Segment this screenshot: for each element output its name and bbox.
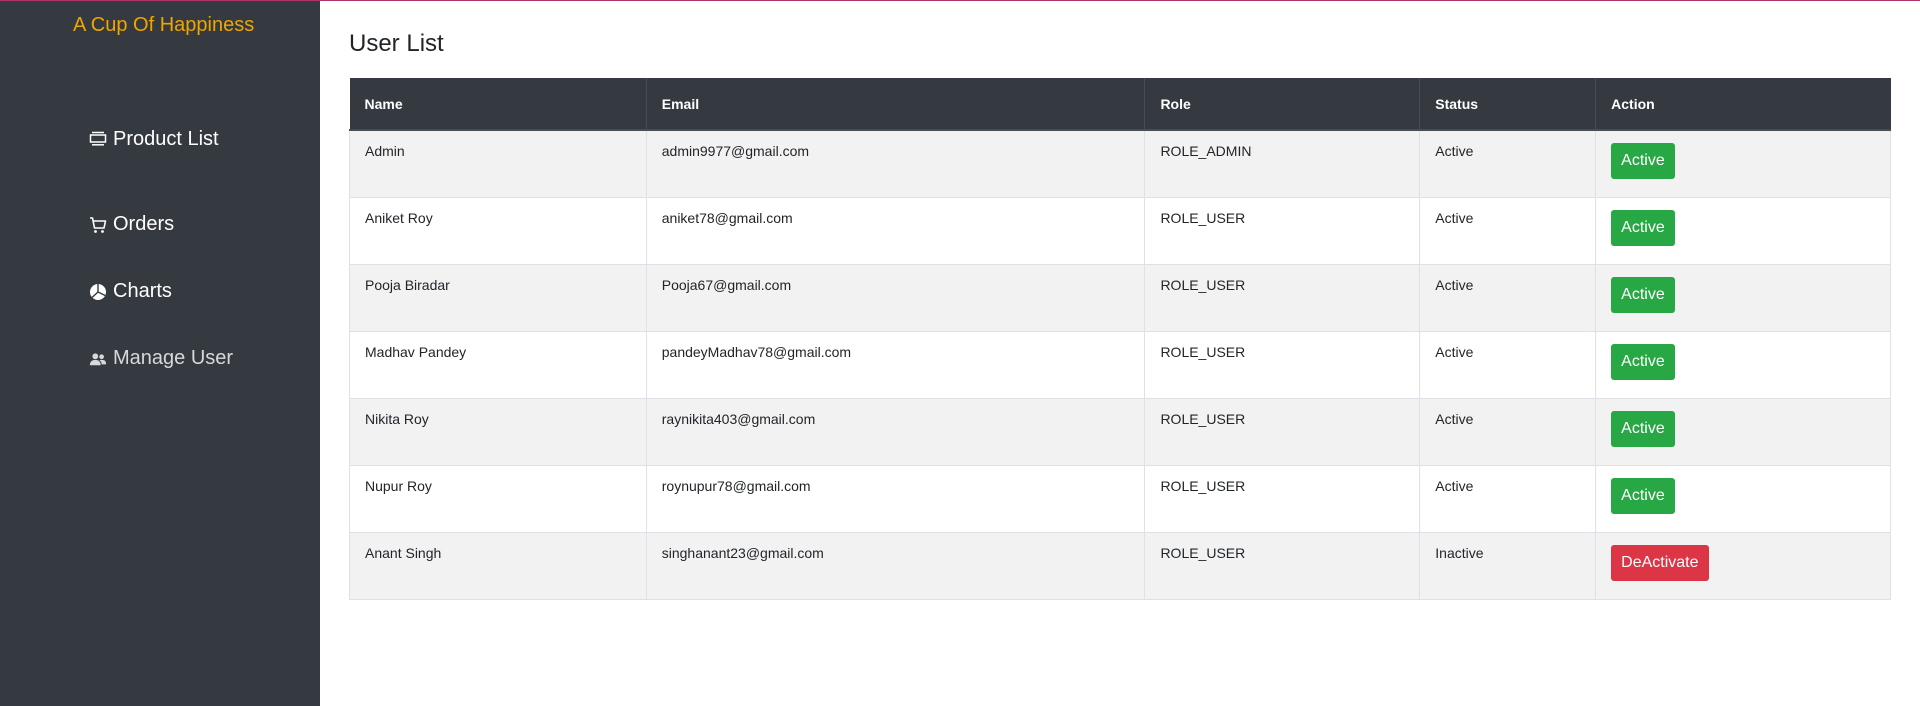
cell-role: ROLE_USER xyxy=(1144,196,1421,265)
sidebar: A Cup Of Happiness Product List Orders C… xyxy=(0,0,320,706)
cell-action: Active xyxy=(1595,464,1891,533)
sidebar-item-label: Charts xyxy=(113,280,172,302)
sidebar-item-label: Manage User xyxy=(113,347,234,369)
user-table: Name Email Role Status Action Admin admi… xyxy=(349,78,1891,600)
cell-name: Madhav Pandey xyxy=(349,330,647,399)
cell-email: raynikita403@gmail.com xyxy=(645,397,1146,466)
activate-button[interactable]: Active xyxy=(1611,143,1675,179)
sidebar-item-label: Orders xyxy=(113,213,175,235)
column-header-status: Status xyxy=(1419,78,1597,131)
pie-chart-icon xyxy=(89,283,107,301)
list-icon xyxy=(89,130,107,148)
sidebar-item-orders[interactable]: Orders xyxy=(89,191,233,258)
cell-status: Active xyxy=(1419,196,1597,265)
table-row: Nikita Roy raynikita403@gmail.com ROLE_U… xyxy=(349,397,1891,466)
cell-status: Active xyxy=(1419,129,1597,198)
activate-button[interactable]: Active xyxy=(1611,477,1675,514)
table-row: Nupur Roy roynupur78@gmail.com ROLE_USER… xyxy=(349,464,1891,533)
sidebar-item-manage-user[interactable]: Manage User xyxy=(89,325,233,392)
table-row: Admin admin9977@gmail.com ROLE_ADMIN Act… xyxy=(349,129,1891,198)
cell-status: Active xyxy=(1419,397,1597,466)
main-content: User List Name Email Role Status Action … xyxy=(320,0,1920,706)
page-title: User List xyxy=(349,30,444,57)
cell-email: aniket78@gmail.com xyxy=(645,196,1146,265)
cell-action: Active xyxy=(1595,397,1891,466)
cell-status: Active xyxy=(1419,464,1597,533)
cell-role: ROLE_USER xyxy=(1144,397,1421,466)
table-row: Pooja Biradar Pooja67@gmail.com ROLE_USE… xyxy=(349,263,1891,332)
cell-name: Nupur Roy xyxy=(349,464,647,533)
top-accent-line xyxy=(0,0,1920,1)
cell-status: Active xyxy=(1419,263,1597,332)
column-header-name: Name xyxy=(349,78,647,131)
cell-email: admin9977@gmail.com xyxy=(645,129,1146,198)
activate-button[interactable]: Active xyxy=(1611,209,1675,246)
sidebar-item-label: Product List xyxy=(113,127,219,150)
cell-name: Pooja Biradar xyxy=(349,263,647,332)
cell-action: Active xyxy=(1595,129,1891,198)
cell-role: ROLE_USER xyxy=(1144,263,1421,332)
cell-role: ROLE_USER xyxy=(1144,330,1421,399)
sidebar-item-charts[interactable]: Charts xyxy=(89,258,233,325)
table-header: Name Email Role Status Action xyxy=(349,78,1891,131)
table-body: Admin admin9977@gmail.com ROLE_ADMIN Act… xyxy=(349,129,1891,600)
cell-action: DeActivate xyxy=(1595,531,1891,600)
cell-action: Active xyxy=(1595,196,1891,265)
cell-email: singhanant23@gmail.com xyxy=(645,531,1146,600)
table-row: Madhav Pandey pandeyMadhav78@gmail.com R… xyxy=(349,330,1891,399)
cell-email: pandeyMadhav78@gmail.com xyxy=(645,330,1146,399)
sidebar-nav: Product List Orders Charts Manage User xyxy=(89,124,233,392)
cell-role: ROLE_ADMIN xyxy=(1144,129,1421,198)
activate-button[interactable]: Active xyxy=(1611,410,1675,447)
cell-name: Anant Singh xyxy=(349,531,647,600)
column-header-action: Action xyxy=(1595,78,1891,131)
cell-email: roynupur78@gmail.com xyxy=(645,464,1146,533)
column-header-role: Role xyxy=(1144,78,1421,131)
cell-role: ROLE_USER xyxy=(1144,464,1421,533)
cell-name: Aniket Roy xyxy=(349,196,647,265)
cell-name: Admin xyxy=(349,129,647,198)
cell-email: Pooja67@gmail.com xyxy=(645,263,1146,332)
table-row: Aniket Roy aniket78@gmail.com ROLE_USER … xyxy=(349,196,1891,265)
cell-action: Active xyxy=(1595,330,1891,399)
cell-status: Inactive xyxy=(1419,531,1597,600)
cart-icon xyxy=(89,216,107,234)
sidebar-item-product-list[interactable]: Product List xyxy=(89,124,233,154)
cell-name: Nikita Roy xyxy=(349,397,647,466)
column-header-email: Email xyxy=(646,78,1146,131)
cell-status: Active xyxy=(1419,330,1597,399)
activate-button[interactable]: Active xyxy=(1611,276,1675,313)
users-icon xyxy=(89,350,107,368)
deactivate-button[interactable]: DeActivate xyxy=(1611,544,1709,581)
cell-action: Active xyxy=(1595,263,1891,332)
cell-role: ROLE_USER xyxy=(1144,531,1421,600)
activate-button[interactable]: Active xyxy=(1611,343,1675,380)
table-row: Anant Singh singhanant23@gmail.com ROLE_… xyxy=(349,531,1891,600)
brand-title[interactable]: A Cup Of Happiness xyxy=(73,14,254,37)
